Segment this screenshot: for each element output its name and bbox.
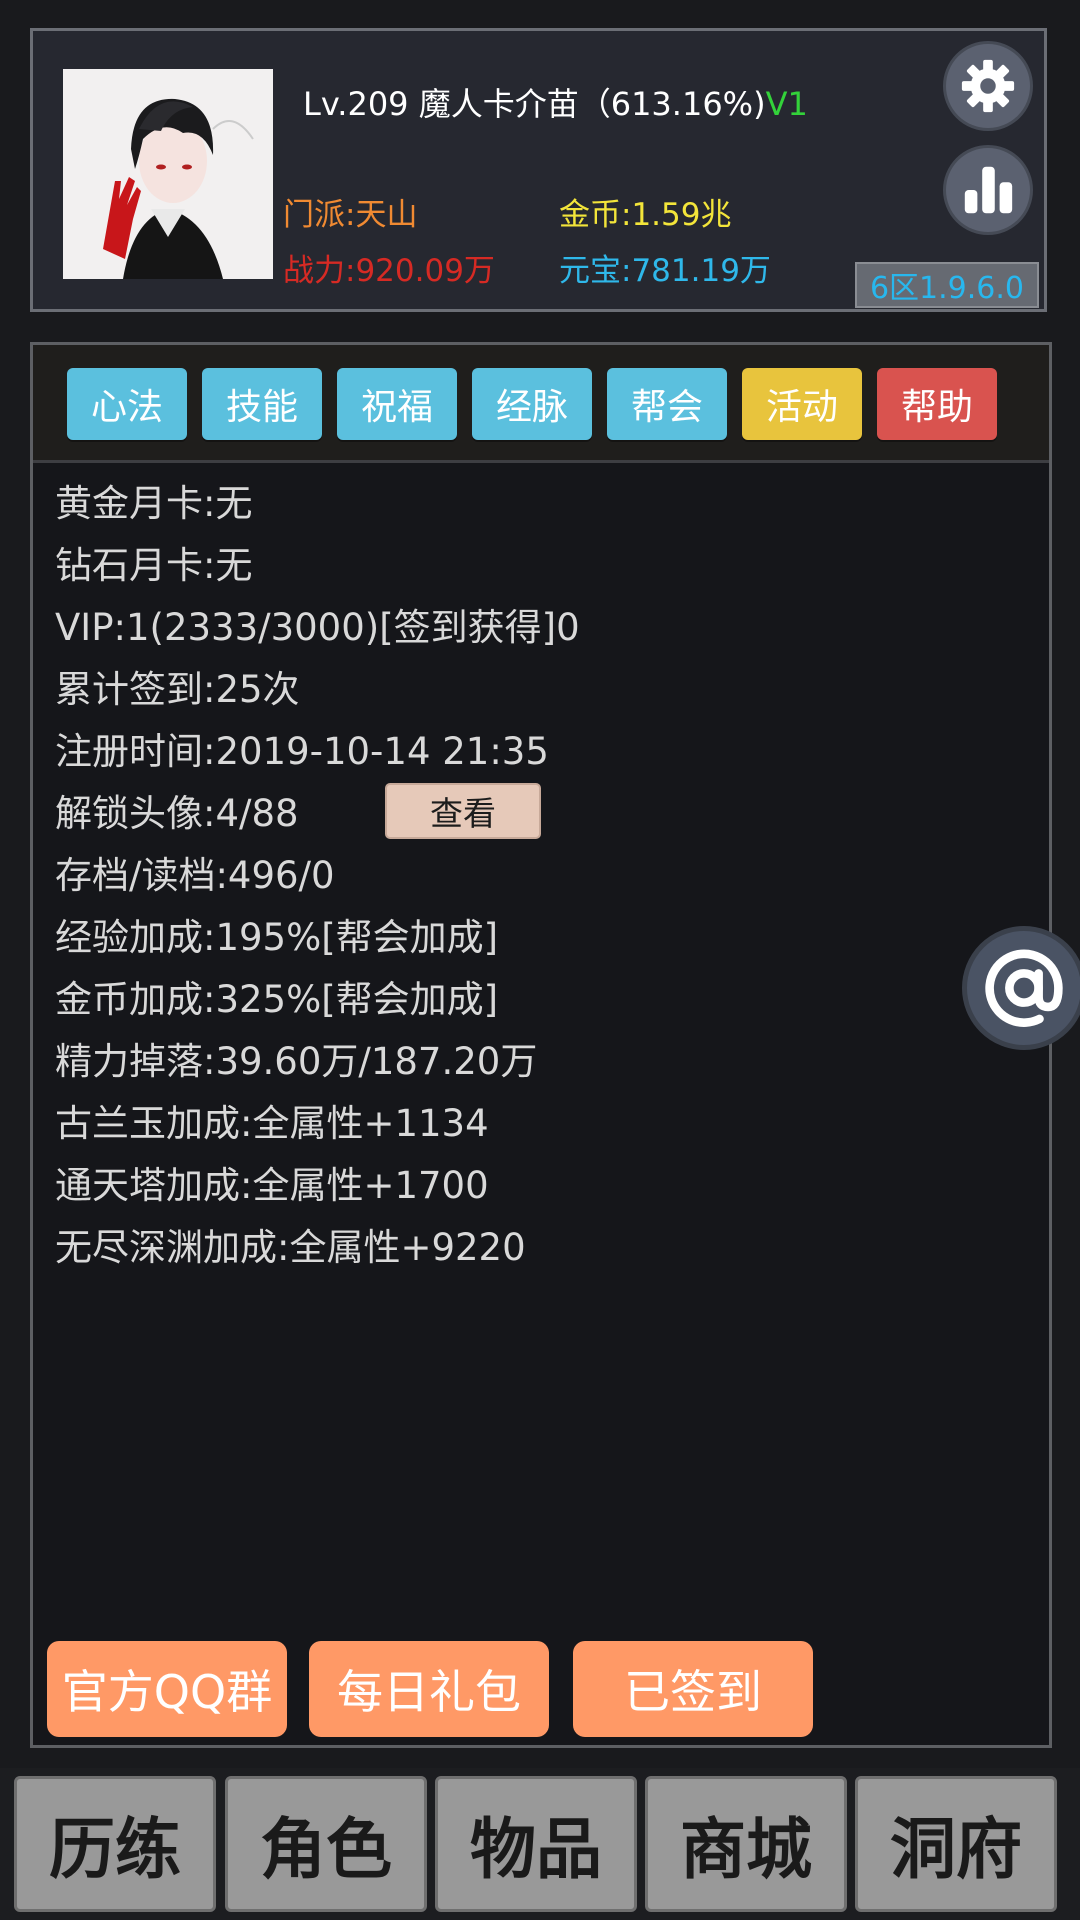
floating-contact-button[interactable]	[962, 926, 1080, 1050]
info-gold-monthly-card: 黄金月卡:无	[55, 482, 253, 525]
tab-guild[interactable]: 帮会	[607, 368, 727, 440]
tab-meridian[interactable]: 经脉	[472, 368, 592, 440]
view-avatars-button[interactable]: 查看	[385, 783, 541, 839]
vip-level: V1	[765, 85, 808, 123]
player-power: 战力:920.09万	[283, 253, 495, 289]
info-register-time: 注册时间:2019-10-14 21:35	[55, 730, 549, 773]
info-save-load: 存档/读档:496/0	[55, 854, 335, 897]
tab-xinfa[interactable]: 心法	[67, 368, 187, 440]
player-gold: 金币:1.59兆	[559, 197, 732, 233]
ranking-button[interactable]	[943, 145, 1033, 235]
avatar-portrait-image	[63, 69, 273, 279]
nav-training[interactable]: 历练	[14, 1776, 216, 1912]
bottom-nav: 历练 角色 物品 商城 洞府	[0, 1768, 1080, 1920]
player-info-list: 黄金月卡:无 钻石月卡:无 VIP:1(2333/3000)[签到获得]0 累计…	[55, 473, 580, 1279]
signin-button[interactable]: 已签到	[573, 1641, 813, 1737]
nav-character[interactable]: 角色	[225, 1776, 427, 1912]
info-total-signin: 累计签到:25次	[55, 668, 300, 711]
nav-shop[interactable]: 商城	[645, 1776, 847, 1912]
gear-icon	[961, 59, 1015, 113]
tab-events[interactable]: 活动	[742, 368, 862, 440]
info-gold-bonus: 金币加成:325%[帮会加成]	[55, 978, 499, 1021]
nav-items[interactable]: 物品	[435, 1776, 637, 1912]
player-ingot: 元宝:781.19万	[559, 253, 771, 289]
settings-button[interactable]	[943, 41, 1033, 131]
info-tower-bonus: 通天塔加成:全属性+1700	[55, 1164, 489, 1207]
player-avatar[interactable]	[63, 69, 273, 279]
player-sect: 门派:天山	[283, 197, 418, 233]
daily-gift-button[interactable]: 每日礼包	[309, 1641, 549, 1737]
info-gulanyu-bonus: 古兰玉加成:全属性+1134	[55, 1102, 489, 1145]
nav-cave[interactable]: 洞府	[855, 1776, 1057, 1912]
info-exp-bonus: 经验加成:195%[帮会加成]	[55, 916, 499, 959]
tab-blessing[interactable]: 祝福	[337, 368, 457, 440]
tab-skills[interactable]: 技能	[202, 368, 322, 440]
at-icon	[985, 949, 1063, 1027]
main-panel: 心法 技能 祝福 经脉 帮会 活动 帮助 黄金月卡:无 钻石月卡:无 VIP:1…	[30, 342, 1052, 1748]
info-abyss-bonus: 无尽深渊加成:全属性+9220	[55, 1226, 526, 1269]
game-screen: Lv.209 魔人卡介苗（613.16%)V1 门派:天山 战力:920.09万…	[0, 0, 1080, 1920]
qq-group-button[interactable]: 官方QQ群	[47, 1641, 287, 1737]
player-header: Lv.209 魔人卡介苗（613.16%)V1 门派:天山 战力:920.09万…	[30, 28, 1047, 312]
info-diamond-monthly-card: 钻石月卡:无	[55, 544, 253, 587]
server-version-badge: 6区1.9.6.0	[855, 262, 1039, 308]
info-vip-progress: VIP:1(2333/3000)[签到获得]0	[55, 606, 580, 649]
tab-help[interactable]: 帮助	[877, 368, 997, 440]
player-title: Lv.209 魔人卡介苗（613.16%)V1	[303, 79, 808, 125]
bar-chart-icon	[964, 166, 1013, 214]
info-energy-drop: 精力掉落:39.60万/187.20万	[55, 1040, 538, 1083]
tab-bar: 心法 技能 祝福 经脉 帮会 活动 帮助	[33, 345, 1049, 463]
player-level-name: Lv.209 魔人卡介苗（613.16%)	[303, 85, 766, 123]
